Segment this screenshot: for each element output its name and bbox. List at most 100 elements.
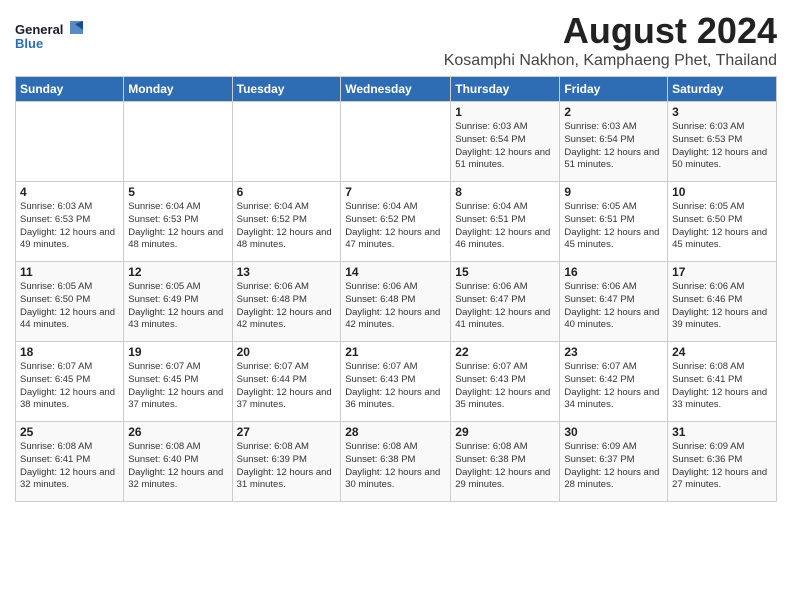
day-number: 25 [20,425,119,439]
calendar-cell: 28 Sunrise: 6:08 AMSunset: 6:38 PMDayligh… [341,422,451,502]
day-info: Sunrise: 6:06 AMSunset: 6:48 PMDaylight:… [237,281,337,332]
calendar-body: 1Sunrise: 6:03 AMSunset: 6:54 PMDaylight… [16,102,777,502]
day-number: 31 [672,425,772,439]
logo: General Blue [15,16,85,61]
day-info: Sunrise: 6:07 AMSunset: 6:45 PMDaylight:… [128,361,227,412]
calendar-cell: 20 Sunrise: 6:07 AMSunset: 6:44 PMDayligh… [232,342,341,422]
day-info: Sunrise: 6:03 AMSunset: 6:54 PMDaylight:… [564,121,663,172]
day-number: 7 [345,185,446,199]
weekday-header-tuesday: Tuesday [232,77,341,102]
day-info: Sunrise: 6:07 AMSunset: 6:44 PMDaylight:… [237,361,337,412]
calendar-cell: 9 Sunrise: 6:05 AMSunset: 6:51 PMDaylight… [560,182,668,262]
day-number: 16 [564,265,663,279]
day-number: 29 [455,425,555,439]
day-number: 14 [345,265,446,279]
day-number: 4 [20,185,119,199]
day-info: Sunrise: 6:04 AMSunset: 6:53 PMDaylight:… [128,201,227,252]
day-number: 10 [672,185,772,199]
day-number: 15 [455,265,555,279]
day-number: 17 [672,265,772,279]
day-number: 30 [564,425,663,439]
day-number: 20 [237,345,337,359]
calendar-cell: 11 Sunrise: 6:05 AMSunset: 6:50 PMDayligh… [16,262,124,342]
calendar-cell [124,102,232,182]
calendar-cell: 29 Sunrise: 6:08 AMSunset: 6:38 PMDayligh… [451,422,560,502]
day-number: 11 [20,265,119,279]
calendar-cell: 15 Sunrise: 6:06 AMSunset: 6:47 PMDayligh… [451,262,560,342]
calendar-cell: 30 Sunrise: 6:09 AMSunset: 6:37 PMDayligh… [560,422,668,502]
day-number: 12 [128,265,227,279]
calendar-cell: 18Sunrise: 6:07 AMSunset: 6:45 PMDayligh… [16,342,124,422]
day-info: Sunrise: 6:06 AMSunset: 6:46 PMDaylight:… [672,281,772,332]
weekday-header-monday: Monday [124,77,232,102]
calendar-cell: 2 Sunrise: 6:03 AMSunset: 6:54 PMDaylight… [560,102,668,182]
calendar-cell: 14 Sunrise: 6:06 AMSunset: 6:48 PMDayligh… [341,262,451,342]
calendar-week-5: 25 Sunrise: 6:08 AMSunset: 6:41 PMDayligh… [16,422,777,502]
calendar-cell [341,102,451,182]
day-number: 5 [128,185,227,199]
calendar-cell: 4 Sunrise: 6:03 AMSunset: 6:53 PMDaylight… [16,182,124,262]
day-number: 3 [672,105,772,119]
calendar-cell: 27 Sunrise: 6:08 AMSunset: 6:39 PMDayligh… [232,422,341,502]
weekday-header-wednesday: Wednesday [341,77,451,102]
weekday-header-friday: Friday [560,77,668,102]
day-info: Sunrise: 6:07 AMSunset: 6:45 PMDaylight:… [20,361,119,412]
day-number: 26 [128,425,227,439]
weekday-header-thursday: Thursday [451,77,560,102]
day-info: Sunrise: 6:08 AMSunset: 6:38 PMDaylight:… [345,441,446,492]
calendar-week-1: 1Sunrise: 6:03 AMSunset: 6:54 PMDaylight… [16,102,777,182]
day-info: Sunrise: 6:07 AMSunset: 6:43 PMDaylight:… [345,361,446,412]
day-info: Sunrise: 6:08 AMSunset: 6:38 PMDaylight:… [455,441,555,492]
day-number: 8 [455,185,555,199]
calendar-cell: 12Sunrise: 6:05 AMSunset: 6:49 PMDayligh… [124,262,232,342]
day-info: Sunrise: 6:03 AMSunset: 6:53 PMDaylight:… [672,121,772,172]
day-number: 28 [345,425,446,439]
calendar-cell [16,102,124,182]
day-number: 27 [237,425,337,439]
calendar-cell [232,102,341,182]
calendar-cell: 7Sunrise: 6:04 AMSunset: 6:52 PMDaylight… [341,182,451,262]
calendar-week-4: 18Sunrise: 6:07 AMSunset: 6:45 PMDayligh… [16,342,777,422]
day-info: Sunrise: 6:08 AMSunset: 6:39 PMDaylight:… [237,441,337,492]
day-info: Sunrise: 6:05 AMSunset: 6:50 PMDaylight:… [20,281,119,332]
day-number: 13 [237,265,337,279]
calendar-cell: 31 Sunrise: 6:09 AMSunset: 6:36 PMDayligh… [668,422,777,502]
calendar-cell: 8 Sunrise: 6:04 AMSunset: 6:51 PMDaylight… [451,182,560,262]
svg-text:General: General [15,22,63,37]
calendar-table: SundayMondayTuesdayWednesdayThursdayFrid… [15,76,777,502]
calendar-cell: 1Sunrise: 6:03 AMSunset: 6:54 PMDaylight… [451,102,560,182]
title-section: August 2024 Kosamphi Nakhon, Kamphaeng P… [444,10,777,70]
calendar-week-2: 4 Sunrise: 6:03 AMSunset: 6:53 PMDaylight… [16,182,777,262]
svg-text:Blue: Blue [15,36,43,51]
page-header: General Blue August 2024 Kosamphi Nakhon… [15,10,777,70]
day-info: Sunrise: 6:09 AMSunset: 6:37 PMDaylight:… [564,441,663,492]
calendar-cell: 3 Sunrise: 6:03 AMSunset: 6:53 PMDaylight… [668,102,777,182]
main-title: August 2024 [444,10,777,52]
day-info: Sunrise: 6:05 AMSunset: 6:51 PMDaylight:… [564,201,663,252]
day-info: Sunrise: 6:07 AMSunset: 6:42 PMDaylight:… [564,361,663,412]
day-info: Sunrise: 6:08 AMSunset: 6:41 PMDaylight:… [20,441,119,492]
calendar-cell: 25 Sunrise: 6:08 AMSunset: 6:41 PMDayligh… [16,422,124,502]
weekday-row: SundayMondayTuesdayWednesdayThursdayFrid… [16,77,777,102]
day-number: 22 [455,345,555,359]
day-number: 2 [564,105,663,119]
day-number: 21 [345,345,446,359]
day-info: Sunrise: 6:06 AMSunset: 6:48 PMDaylight:… [345,281,446,332]
day-info: Sunrise: 6:03 AMSunset: 6:54 PMDaylight:… [455,121,555,172]
day-info: Sunrise: 6:05 AMSunset: 6:50 PMDaylight:… [672,201,772,252]
day-number: 9 [564,185,663,199]
day-info: Sunrise: 6:04 AMSunset: 6:51 PMDaylight:… [455,201,555,252]
calendar-header: SundayMondayTuesdayWednesdayThursdayFrid… [16,77,777,102]
day-info: Sunrise: 6:03 AMSunset: 6:53 PMDaylight:… [20,201,119,252]
day-info: Sunrise: 6:08 AMSunset: 6:41 PMDaylight:… [672,361,772,412]
calendar-cell: 26Sunrise: 6:08 AMSunset: 6:40 PMDayligh… [124,422,232,502]
day-number: 19 [128,345,227,359]
calendar-cell: 23Sunrise: 6:07 AMSunset: 6:42 PMDayligh… [560,342,668,422]
weekday-header-saturday: Saturday [668,77,777,102]
calendar-cell: 13 Sunrise: 6:06 AMSunset: 6:48 PMDayligh… [232,262,341,342]
calendar-cell: 16Sunrise: 6:06 AMSunset: 6:47 PMDayligh… [560,262,668,342]
day-info: Sunrise: 6:09 AMSunset: 6:36 PMDaylight:… [672,441,772,492]
day-info: Sunrise: 6:06 AMSunset: 6:47 PMDaylight:… [455,281,555,332]
calendar-cell: 5 Sunrise: 6:04 AMSunset: 6:53 PMDaylight… [124,182,232,262]
weekday-header-sunday: Sunday [16,77,124,102]
